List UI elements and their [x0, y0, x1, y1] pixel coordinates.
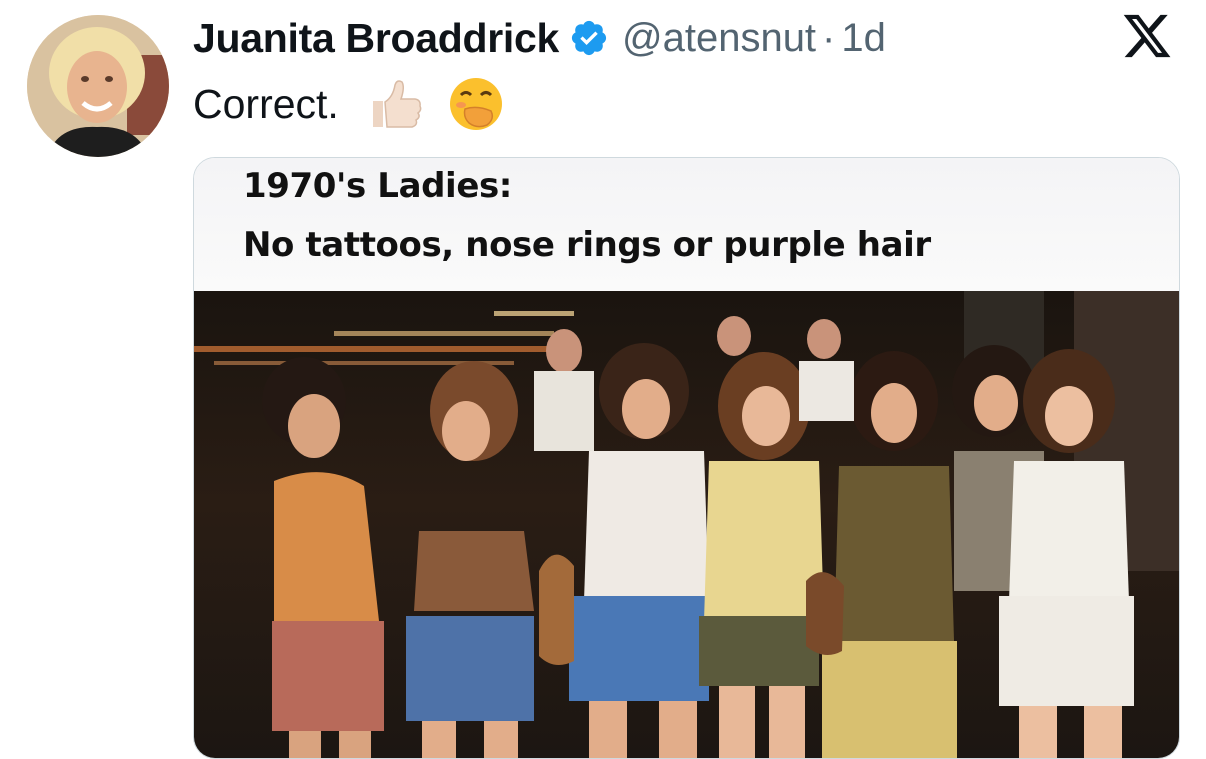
- image-caption: 1970's Ladies: No tattoos, nose rings or…: [194, 158, 1179, 291]
- photo-image: [194, 291, 1179, 758]
- verified-badge-icon: [569, 18, 609, 58]
- face-hand-over-mouth-emoji-icon: [447, 75, 505, 133]
- author-name[interactable]: Juanita Broaddrick: [193, 15, 559, 62]
- timestamp[interactable]: 1d: [841, 16, 886, 61]
- tweet-text: Correct.: [193, 80, 339, 127]
- caption-line-1: 1970's Ladies:: [243, 166, 513, 206]
- caption-line-2: No tattoos, nose rings or purple hair: [243, 225, 931, 265]
- avatar[interactable]: [27, 15, 169, 157]
- media-card[interactable]: 1970's Ladies: No tattoos, nose rings or…: [193, 157, 1180, 759]
- x-logo-icon[interactable]: [1120, 10, 1174, 62]
- tweet-header: Juanita Broaddrick @atensnut · 1d: [193, 10, 886, 66]
- avatar-image: [27, 15, 169, 157]
- tweet-body: Correct.: [193, 72, 505, 136]
- author-handle[interactable]: @atensnut: [622, 16, 816, 61]
- thumbs-up-emoji-icon: [367, 75, 425, 133]
- separator-dot: ·: [822, 15, 836, 60]
